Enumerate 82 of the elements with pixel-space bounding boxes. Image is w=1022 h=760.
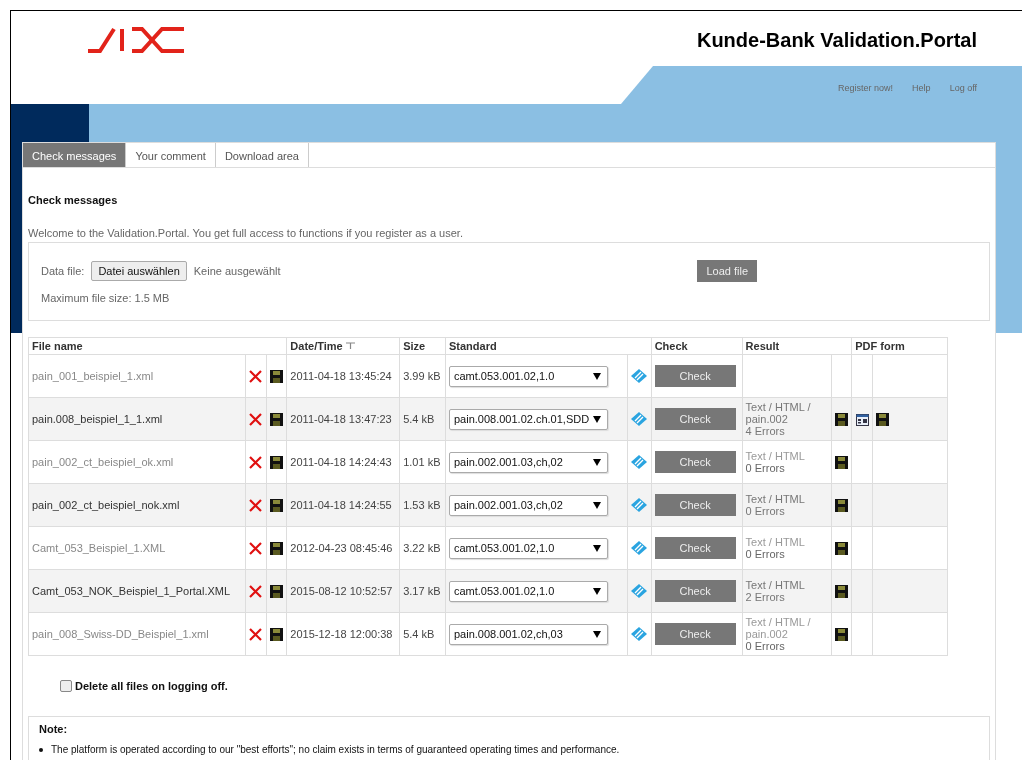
choose-file-button[interactable]: Datei auswählen <box>91 261 187 281</box>
check-button[interactable]: Check <box>654 623 736 645</box>
file-name[interactable]: pain_001_beispiel_1.xml <box>32 370 154 382</box>
note-text: The platform is operated according to our "best efforts"; no claim exists in terms of guaranteed operating times and performance. <box>51 744 620 755</box>
header-link[interactable]: Log off <box>949 83 977 104</box>
result-text[interactable]: 0 Errors <box>745 640 828 652</box>
caret-icon <box>592 501 601 509</box>
check-button[interactable]: Check <box>654 408 736 430</box>
data-file-label: Data file: <box>41 265 85 277</box>
table-cell: 2011-04-18 13:47:23 <box>290 413 392 425</box>
table-cell: 2011-04-18 13:45:24 <box>290 370 392 382</box>
standard-dropdown[interactable]: pain.008.001.02.ch.01,SDD <box>448 408 608 430</box>
file-status: Keine ausgewählt <box>193 265 281 277</box>
result-text[interactable]: Text / HTML / <box>745 616 828 628</box>
check-button[interactable]: Check <box>654 494 736 516</box>
section-heading: Check messages <box>28 194 119 206</box>
table-cell: 2011-04-18 14:24:55 <box>290 499 392 511</box>
table-cell: 3.22 kB <box>403 542 441 554</box>
table-cell: 2011-04-18 14:24:43 <box>290 456 392 468</box>
caret-icon <box>592 544 601 552</box>
result-text[interactable]: Text / HTML <box>745 579 828 591</box>
result-text[interactable]: pain.002 <box>745 628 828 640</box>
delete-icon[interactable] <box>249 541 263 555</box>
check-button[interactable]: Check <box>654 580 736 602</box>
max-file-size-text: Maximum file size: 1.5 MB <box>41 292 171 304</box>
check-button[interactable]: Check <box>654 365 736 387</box>
file-name[interactable]: pain.008_beispiel_1_1.xml <box>32 413 163 425</box>
column-header[interactable]: File name <box>32 340 83 352</box>
delete-icon[interactable] <box>249 455 263 469</box>
standard-dropdown[interactable]: camt.053.001.02,1.0 <box>448 580 608 602</box>
welcome-text: Welcome to the Validation.Portal. You get full access to functions if you register as a user. <box>28 227 464 239</box>
standard-dropdown[interactable]: pain.002.001.03,ch,02 <box>448 494 608 516</box>
result-text[interactable]: 0 Errors <box>745 505 828 517</box>
file-name[interactable]: Camt_053_Beispiel_1.XML <box>32 542 166 554</box>
standard-dropdown[interactable]: camt.053.001.02,1.0 <box>448 537 608 559</box>
form-icon[interactable] <box>855 413 869 426</box>
standard-dropdown[interactable]: camt.053.001.02,1.0 <box>448 365 608 387</box>
result-text[interactable]: 2 Errors <box>745 591 828 603</box>
result-text[interactable]: 4 Errors <box>745 425 828 437</box>
tab[interactable]: Check messages <box>23 143 127 167</box>
table-cell: 2015-12-18 12:00:38 <box>290 628 393 640</box>
result-text[interactable]: 0 Errors <box>745 462 828 474</box>
file-name[interactable]: pain_002_ct_beispiel_ok.xml <box>32 456 174 468</box>
portal-title: Kunde-Bank Validation.Portal <box>696 29 977 52</box>
table-cell: 3.99 kB <box>403 370 441 382</box>
check-button[interactable]: Check <box>654 537 736 559</box>
caret-icon <box>592 630 601 638</box>
note-title: Note: <box>39 723 69 735</box>
table-cell: 3.17 kB <box>403 585 441 597</box>
table-cell: 2015-08-12 10:52:57 <box>290 585 393 597</box>
table-cell: 2012-04-23 08:45:46 <box>290 542 393 554</box>
column-header[interactable]: Standard <box>448 340 497 352</box>
table-cell: 1.53 kB <box>403 499 441 511</box>
file-name[interactable]: pain_002_ct_beispiel_nok.xml <box>32 499 180 511</box>
caret-icon <box>592 587 601 595</box>
standard-dropdown[interactable]: pain.002.001.03,ch,02 <box>448 451 608 473</box>
check-button[interactable]: Check <box>654 451 736 473</box>
delete-icon[interactable] <box>249 412 263 426</box>
load-file-button[interactable]: Load file <box>697 260 757 282</box>
standard-dropdown[interactable]: pain.008.001.02,ch,03 <box>448 623 608 645</box>
caret-icon <box>592 458 601 466</box>
header-link[interactable]: Register now! <box>838 83 894 104</box>
table-cell: 5.4 kB <box>403 628 435 640</box>
result-text[interactable]: Text / HTML / <box>745 401 828 413</box>
delete-icon[interactable] <box>249 584 263 598</box>
table-cell: 5.4 kB <box>403 413 435 425</box>
delete-icon[interactable] <box>249 369 263 383</box>
delete-files-label: Delete all files on logging off. <box>75 680 228 692</box>
result-text[interactable]: Text / HTML <box>745 536 828 548</box>
result-text[interactable]: 0 Errors <box>745 548 828 560</box>
checkbox[interactable] <box>60 680 72 692</box>
delete-icon[interactable] <box>249 627 263 641</box>
result-text[interactable]: Text / HTML <box>745 450 828 462</box>
sort-icon[interactable] <box>345 342 356 350</box>
bullet-icon <box>39 747 43 752</box>
delete-icon[interactable] <box>249 498 263 512</box>
result-text[interactable]: Text / HTML <box>745 493 828 505</box>
caret-icon <box>592 372 601 380</box>
result-text[interactable]: pain.002 <box>745 413 828 425</box>
caret-icon <box>592 415 601 423</box>
table-cell: 1.01 kB <box>403 456 441 468</box>
header-link[interactable]: Help <box>912 83 931 104</box>
